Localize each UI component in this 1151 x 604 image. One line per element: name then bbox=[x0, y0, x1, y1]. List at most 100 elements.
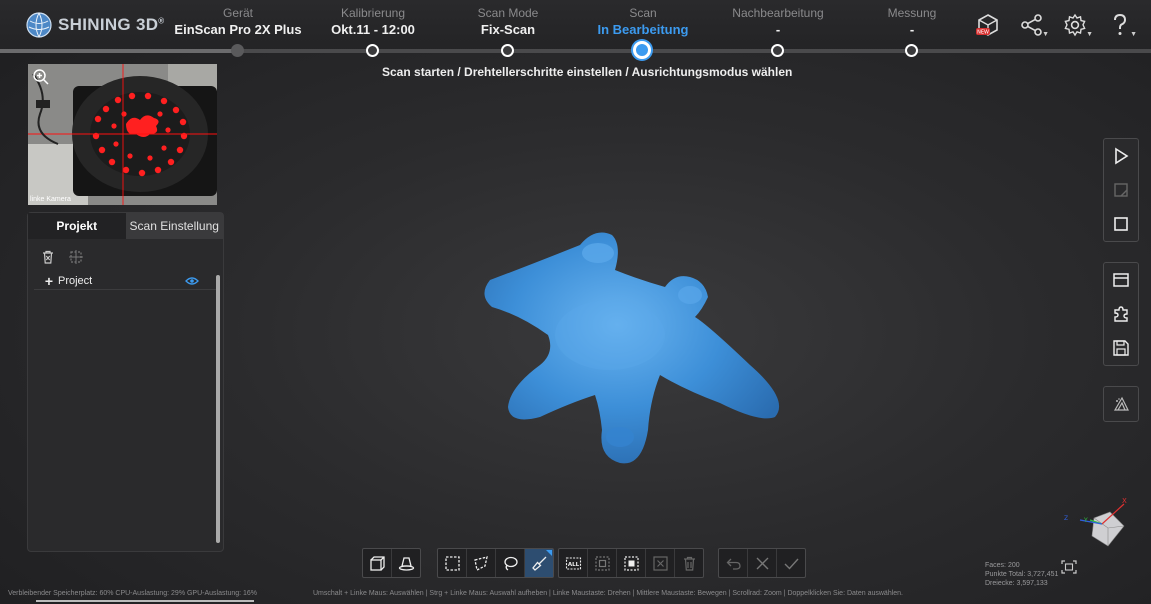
globe-logo-icon bbox=[26, 12, 52, 38]
step-label: Messung bbox=[887, 6, 937, 20]
top-bar: SHINING 3D® Gerät EinScan Pro 2X Plus Ka… bbox=[0, 0, 1151, 59]
tab-scan-settings[interactable]: Scan Einstellung bbox=[125, 213, 223, 239]
new-feature-button[interactable]: NEW bbox=[975, 12, 1005, 40]
camera-image bbox=[28, 64, 217, 205]
step-label: Scan Mode bbox=[477, 6, 539, 20]
select-connected-button[interactable] bbox=[617, 549, 646, 577]
scan-range-icon bbox=[1114, 183, 1128, 197]
step-dot bbox=[633, 41, 651, 59]
play-icon bbox=[1115, 147, 1129, 165]
window-button[interactable] bbox=[1104, 263, 1138, 297]
step-label: Kalibrierung bbox=[340, 6, 406, 20]
share-button[interactable]: ▼ bbox=[1019, 12, 1049, 40]
scrollbar[interactable] bbox=[216, 275, 220, 543]
select-connected-icon bbox=[623, 555, 639, 571]
axis-z-label: Z bbox=[1064, 515, 1068, 522]
chevron-down-icon: ▼ bbox=[1130, 31, 1137, 38]
delete-selection-button[interactable] bbox=[646, 549, 675, 577]
tab-project[interactable]: Projekt bbox=[28, 213, 126, 239]
scan-mesh[interactable] bbox=[470, 225, 800, 475]
zoom-in-icon[interactable] bbox=[32, 68, 50, 86]
active-indicator bbox=[546, 550, 552, 556]
camera-label: linke Kamera bbox=[30, 196, 71, 203]
rect-select-button[interactable] bbox=[438, 549, 467, 577]
chevron-down-icon: ▼ bbox=[1086, 31, 1093, 38]
axis-x-label: X bbox=[1122, 497, 1127, 505]
brush-select-icon bbox=[531, 556, 546, 571]
save-button[interactable] bbox=[1104, 331, 1138, 365]
step-post-processing[interactable]: Nachbearbeitung - bbox=[713, 6, 843, 57]
step-label: Nachbearbeitung bbox=[732, 6, 824, 20]
mesh-stats: Faces: 200 Punkte Total: 3,727,451 Dreie… bbox=[985, 561, 1058, 588]
expand-icon[interactable]: + bbox=[40, 273, 58, 289]
step-value: - bbox=[909, 22, 915, 37]
help-button[interactable]: ▼ bbox=[1107, 12, 1137, 40]
step-value: - bbox=[775, 22, 781, 37]
apply-icon bbox=[784, 558, 799, 570]
view-box-button[interactable] bbox=[363, 549, 392, 577]
trash-button[interactable] bbox=[675, 549, 703, 577]
select-all-icon: ALL bbox=[565, 556, 581, 570]
step-value: In Bearbeitung bbox=[597, 22, 689, 37]
select-all-button[interactable]: ALL bbox=[559, 549, 588, 577]
data-controls bbox=[1103, 262, 1139, 366]
progress-bar bbox=[36, 600, 254, 602]
edit-tools: ALL bbox=[558, 548, 704, 578]
mesh-controls bbox=[1103, 386, 1139, 422]
resource-status: Verbleibender Speicherplatz: 60% CPU-Aus… bbox=[8, 590, 258, 597]
apply-button[interactable] bbox=[777, 549, 805, 577]
step-dot bbox=[366, 44, 379, 57]
select-all-text: ALL bbox=[567, 562, 579, 568]
stop-icon bbox=[1114, 217, 1128, 231]
play-button[interactable] bbox=[1104, 139, 1138, 173]
step-measurement[interactable]: Messung - bbox=[847, 6, 977, 57]
step-scan[interactable]: Scan In Bearbeitung bbox=[578, 6, 708, 59]
polygon-select-button[interactable] bbox=[467, 549, 496, 577]
delete-icon[interactable] bbox=[40, 249, 56, 265]
new-feature-icon: NEW bbox=[976, 14, 998, 36]
step-dot bbox=[905, 44, 918, 57]
points-count: Punkte Total: 3,727,451 bbox=[985, 571, 1059, 578]
stop-button[interactable] bbox=[1104, 207, 1138, 241]
lasso-select-button[interactable] bbox=[496, 549, 525, 577]
orientation-axes[interactable]: X Y Z bbox=[1060, 496, 1130, 556]
step-device[interactable]: Gerät EinScan Pro 2X Plus bbox=[173, 6, 303, 57]
fit-view-icon[interactable] bbox=[1061, 560, 1077, 574]
step-calibration[interactable]: Kalibrierung Okt.11 - 12:00 bbox=[308, 6, 438, 57]
trash-icon bbox=[683, 556, 695, 571]
step-value: Fix-Scan bbox=[480, 22, 536, 37]
step-value: Okt.11 - 12:00 bbox=[331, 22, 415, 37]
puzzle-icon bbox=[1114, 306, 1128, 322]
undo-button[interactable] bbox=[719, 549, 748, 577]
brand-name: SHINING 3D® bbox=[58, 15, 165, 34]
cancel-button[interactable] bbox=[748, 549, 777, 577]
undo-icon bbox=[726, 558, 741, 570]
progress-track bbox=[0, 49, 1151, 53]
new-badge: NEW bbox=[977, 30, 989, 36]
turntable-icon bbox=[398, 556, 414, 571]
delete-selection-icon bbox=[652, 555, 668, 571]
group-icon[interactable] bbox=[68, 249, 84, 265]
step-scan-mode[interactable]: Scan Mode Fix-Scan bbox=[443, 6, 573, 57]
tree-item-project[interactable]: + Project bbox=[34, 273, 217, 290]
turntable-button[interactable] bbox=[392, 549, 420, 577]
settings-button[interactable]: ▼ bbox=[1063, 12, 1093, 40]
puzzle-button[interactable] bbox=[1104, 297, 1138, 331]
invert-select-icon bbox=[594, 555, 610, 571]
mesh-button[interactable] bbox=[1104, 387, 1138, 421]
scan-range-button[interactable] bbox=[1104, 173, 1138, 207]
view-box-icon bbox=[369, 555, 385, 571]
tree-item-label: Project bbox=[58, 275, 93, 287]
confirm-tools bbox=[718, 548, 806, 578]
invert-select-button[interactable] bbox=[588, 549, 617, 577]
brush-select-button[interactable] bbox=[525, 549, 553, 577]
camera-preview[interactable]: linke Kamera bbox=[28, 64, 217, 205]
panel-tabs: Projekt Scan Einstellung bbox=[28, 213, 223, 239]
polygon-select-icon bbox=[473, 555, 488, 571]
cancel-icon bbox=[756, 557, 768, 569]
eye-icon[interactable] bbox=[185, 276, 199, 286]
step-dot bbox=[231, 44, 244, 57]
lasso-select-icon bbox=[503, 556, 518, 571]
window-icon bbox=[1113, 273, 1129, 287]
view-tools bbox=[362, 548, 421, 578]
